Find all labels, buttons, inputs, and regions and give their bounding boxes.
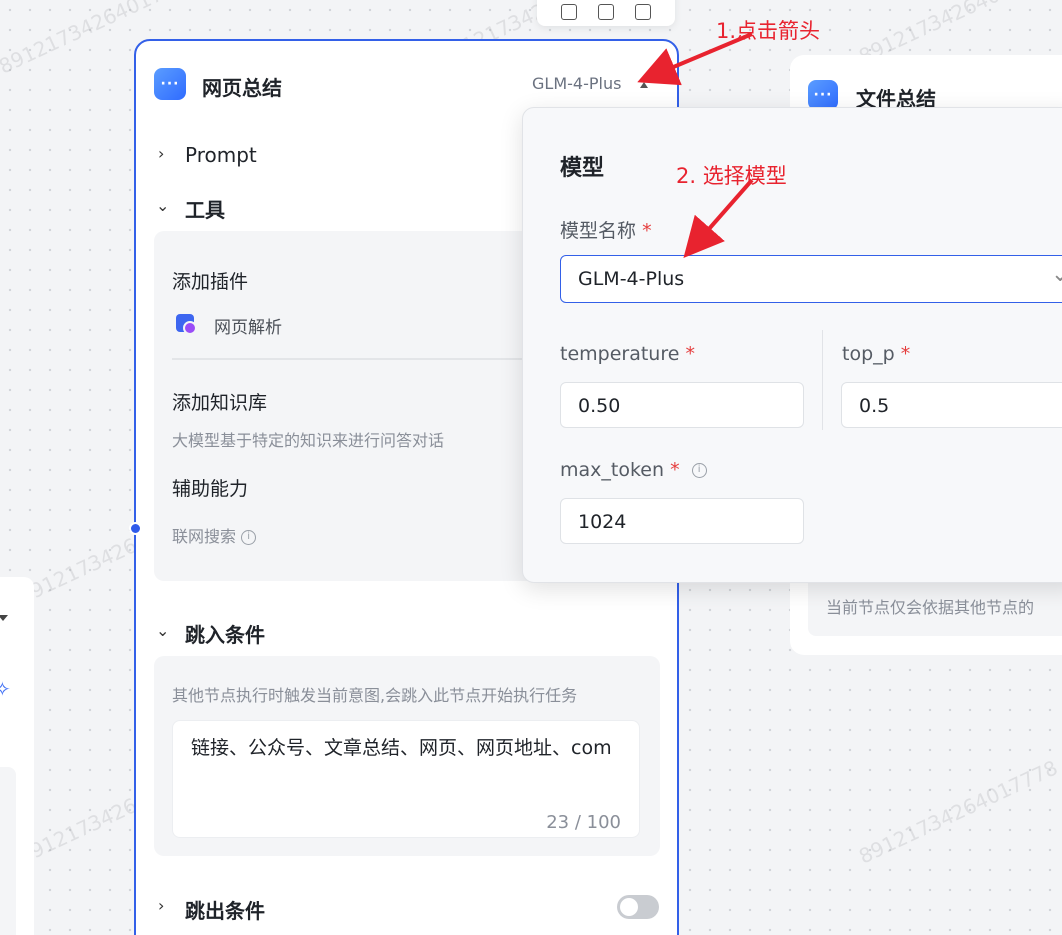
arrow-to-caret xyxy=(637,32,753,86)
annotation-arrows xyxy=(637,32,754,259)
arrow-to-select xyxy=(683,178,754,259)
